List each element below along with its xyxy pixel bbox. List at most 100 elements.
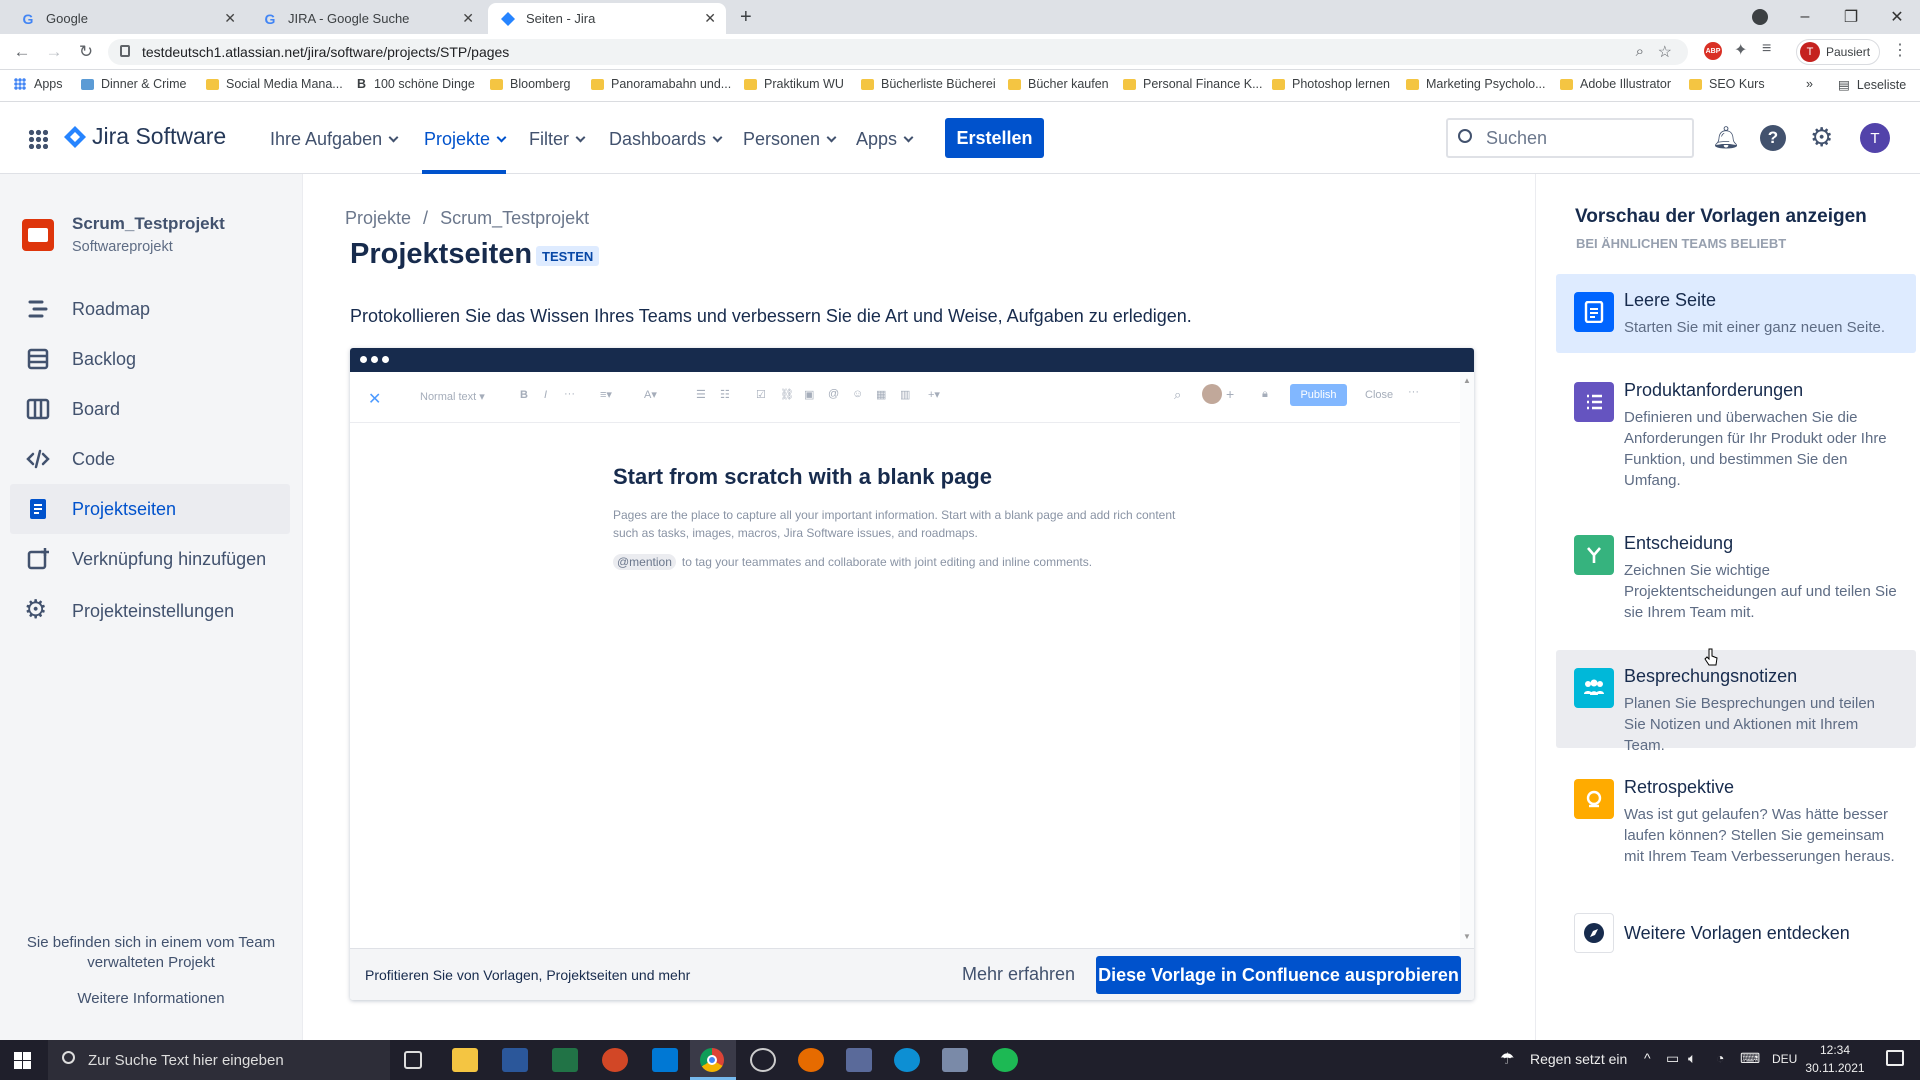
publish-button[interactable]: Publish [1290, 384, 1347, 406]
layout-icon[interactable]: ▥ [900, 388, 910, 401]
bookmark-star-icon[interactable]: ☆ [1658, 42, 1672, 62]
window-close-icon[interactable]: ✕ [1874, 0, 1920, 34]
emoji-icon[interactable]: ☺ [852, 388, 863, 400]
powerpoint-icon[interactable] [602, 1048, 628, 1072]
bullet-list-icon[interactable]: ☰ [696, 388, 706, 401]
search-input[interactable]: Suchen [1446, 118, 1694, 158]
sidebar-item-board[interactable]: Board [10, 384, 290, 434]
tab-search-icon[interactable] [1752, 9, 1768, 25]
notifications-icon[interactable]: 🔔︎ [1712, 125, 1740, 150]
clock-time[interactable]: 12:34 [1800, 1043, 1870, 1057]
browser-tab-google[interactable]: G Google ✕ [8, 3, 246, 34]
bookmark-item[interactable]: Photoshop lernen [1272, 77, 1390, 91]
mail-icon[interactable] [652, 1048, 678, 1072]
help-icon[interactable]: ? [1760, 125, 1786, 151]
italic-icon[interactable]: I [544, 389, 547, 401]
browser-tab-jira-pages[interactable]: Seiten - Jira ✕ [488, 3, 726, 34]
tray-chevron-icon[interactable]: ^ [1644, 1050, 1651, 1066]
network-icon[interactable]: ▭ [1666, 1050, 1679, 1067]
menu-your-work[interactable]: Ihre Aufgaben [270, 129, 399, 150]
create-button[interactable]: Erstellen [945, 118, 1044, 158]
bookmark-item[interactable]: Adobe Illustrator [1560, 77, 1671, 91]
bookmark-item[interactable]: Bloomberg [490, 77, 570, 91]
notification-center-icon[interactable] [1886, 1050, 1904, 1066]
menu-filters[interactable]: Filter [529, 129, 586, 150]
invite-icon[interactable]: + [1226, 386, 1234, 402]
text-style-select[interactable]: Normal text ▾ [420, 390, 485, 403]
edge-icon[interactable] [894, 1048, 920, 1072]
task-view-icon[interactable] [404, 1051, 422, 1069]
link-icon[interactable]: ⛓ [780, 388, 794, 401]
sidebar-item-add-shortcut[interactable]: Verknüpfung hinzufügen [10, 534, 290, 584]
more-vert-icon[interactable]: ⋮ [1892, 40, 1908, 60]
file-explorer-icon[interactable] [452, 1048, 478, 1072]
more-options-icon[interactable]: ··· [1408, 386, 1419, 398]
bookmark-item[interactable]: SEO Kurs [1689, 77, 1765, 91]
template-product-requirements[interactable]: Produktanforderungen Definieren und über… [1556, 364, 1916, 504]
close-editor-button[interactable]: Close [1365, 389, 1393, 401]
forward-icon[interactable]: → [42, 40, 66, 64]
try-in-confluence-button[interactable]: Diese Vorlage in Confluence ausprobieren [1096, 956, 1461, 994]
app-switcher-icon[interactable] [28, 129, 48, 149]
jira-logo[interactable]: Jira Software [64, 123, 226, 150]
url-field[interactable]: testdeutsch1.atlassian.net/jira/software… [108, 39, 1688, 65]
close-icon[interactable]: ✕ [704, 10, 716, 27]
bookmark-item[interactable]: Panoramabahn und... [591, 77, 731, 91]
menu-people[interactable]: Personen [743, 129, 837, 150]
insert-icon[interactable]: +▾ [928, 388, 940, 401]
bookmark-item[interactable]: Bücherliste Bücherei [861, 77, 996, 91]
breadcrumb-project[interactable]: Scrum_Testprojekt [440, 208, 589, 229]
restrictions-icon[interactable]: 🔒︎ [1262, 388, 1268, 401]
bookmark-apps[interactable]: Apps [14, 77, 63, 91]
app-icon[interactable] [846, 1048, 872, 1072]
adblock-icon[interactable]: ABP [1704, 42, 1722, 60]
word-icon[interactable] [502, 1048, 528, 1072]
project-name[interactable]: Scrum_Testprojekt [72, 214, 225, 234]
menu-projects[interactable]: Projekte [424, 129, 507, 150]
bookmark-item[interactable]: Praktikum WU [744, 77, 844, 91]
volume-icon[interactable]: 🔈︎ [1688, 1050, 1696, 1067]
browser-tab-jira-search[interactable]: G JIRA - Google Suche ✕ [250, 3, 484, 34]
profile-button[interactable]: T Pausiert [1796, 39, 1880, 65]
close-icon[interactable]: ✕ [224, 10, 236, 27]
text-color-icon[interactable]: A▾ [644, 388, 657, 401]
language-indicator[interactable]: DEU [1772, 1052, 1797, 1066]
search-icon[interactable]: ⌕ [1174, 387, 1181, 403]
zoom-icon[interactable]: ⌕ [1636, 43, 1644, 60]
template-discover-more[interactable]: Weitere Vorlagen entdecken [1556, 903, 1916, 963]
bookmark-item[interactable]: Personal Finance K... [1123, 77, 1263, 91]
bookmark-item[interactable]: B 100 schöne Dinge [357, 77, 475, 91]
clock-date[interactable]: 30.11.2021 [1800, 1061, 1870, 1075]
template-meeting-notes[interactable]: Besprechungsnotizen Planen Sie Besprechu… [1556, 650, 1916, 754]
app-icon[interactable] [942, 1048, 968, 1072]
sidebar-item-project-pages[interactable]: Projektseiten [10, 484, 290, 534]
back-icon[interactable]: ← [10, 40, 34, 64]
obs-icon[interactable] [750, 1048, 776, 1072]
template-decision[interactable]: Entscheidung Zeichnen Sie wichtige Proje… [1556, 517, 1916, 637]
numbered-list-icon[interactable]: ☷ [720, 388, 730, 401]
sidebar-item-code[interactable]: Code [10, 434, 290, 484]
menu-dashboards[interactable]: Dashboards [609, 129, 723, 150]
sidebar-item-project-settings[interactable]: ⚙ Projekteinstellungen [10, 586, 290, 636]
user-avatar[interactable]: T [1860, 123, 1890, 153]
taskbar-search-input[interactable]: Zur Suche Text hier eingeben [48, 1040, 390, 1080]
spotify-icon[interactable] [992, 1048, 1018, 1072]
reload-icon[interactable]: ↻ [74, 40, 98, 64]
extensions-icon[interactable]: ✦ [1734, 40, 1747, 60]
close-icon[interactable]: ✕ [462, 10, 474, 27]
learn-more-button[interactable]: Mehr erfahren [962, 964, 1075, 985]
bookmark-item[interactable]: Social Media Mana... [206, 77, 343, 91]
more-bookmarks-icon[interactable]: » [1806, 77, 1813, 91]
more-info-link[interactable]: Weitere Informationen [20, 990, 282, 1007]
table-icon[interactable]: ▦ [876, 388, 886, 401]
keyboard-icon[interactable]: ⌨ [1740, 1050, 1760, 1067]
restore-icon[interactable]: ❐ [1828, 0, 1874, 34]
bold-icon[interactable]: B [520, 389, 528, 401]
weather-text[interactable]: Regen setzt ein [1530, 1051, 1627, 1067]
sidebar-item-roadmap[interactable]: Roadmap [10, 284, 290, 334]
settings-gear-icon[interactable]: ⚙ [1810, 122, 1833, 153]
minimize-icon[interactable]: – [1782, 0, 1828, 34]
preview-scrollbar[interactable]: ▲ ▼ [1460, 372, 1474, 948]
excel-icon[interactable] [552, 1048, 578, 1072]
template-retrospective[interactable]: Retrospektive Was ist gut gelaufen? Was … [1556, 761, 1916, 876]
